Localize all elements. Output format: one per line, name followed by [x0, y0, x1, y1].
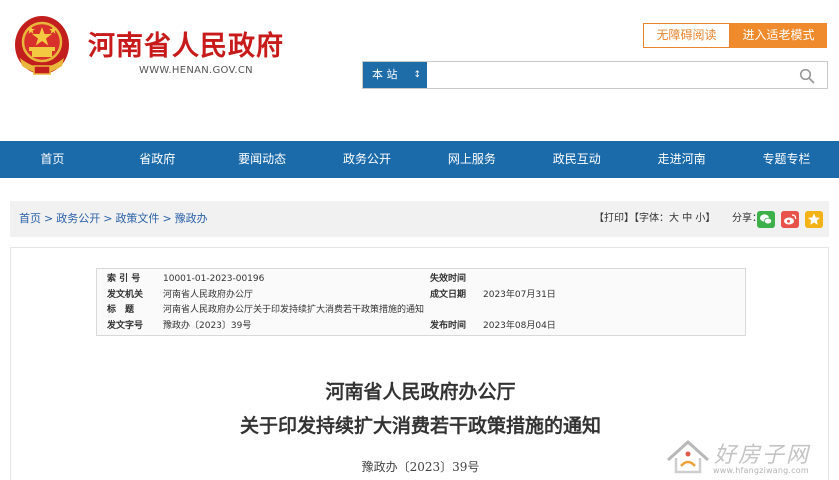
expire-label: 失效时间 [430, 274, 467, 284]
breadcrumb-bar: 首页 > 政务公开 > 政策文件 > 豫政办 【打印】【字体：大 中 小】 分享： [10, 201, 829, 237]
site-domain: WWW.HENAN.GOV.CN [139, 65, 253, 76]
breadcrumb: 首页 > 政务公开 > 政策文件 > 豫政办 [19, 201, 208, 237]
meta-row: 发文字号 豫政办〔2023〕39号 发布时间 2023年08月04日 [97, 318, 747, 334]
page-tools: 【打印】【字体：大 中 小】 [594, 201, 715, 237]
index-value: 10001-01-2023-00196 [163, 274, 265, 284]
font-size-suffix: 】 [705, 213, 716, 224]
breadcrumb-home[interactable]: 首页 [19, 212, 41, 225]
nav-item-home[interactable]: 首页 [0, 141, 105, 178]
site-title: 河南省人民政府 [88, 31, 284, 62]
nav-item-about-henan[interactable]: 走进河南 [629, 141, 734, 178]
document-number: 豫政办〔2023〕39号 [361, 460, 480, 474]
article-content: 索 引 号 10001-01-2023-00196 失效时间 发文机关 河南省人… [10, 247, 829, 480]
weibo-share-icon[interactable] [781, 211, 799, 228]
breadcrumb-yuzhengban[interactable]: 豫政办 [175, 212, 208, 225]
elder-mode-button[interactable]: 进入适老模式 [730, 23, 827, 48]
search-icon[interactable] [799, 68, 815, 84]
date-label: 成文日期 [430, 290, 467, 300]
meta-row: 发文机关 河南省人民政府办公厅 成文日期 2023年07月31日 [97, 287, 747, 303]
document-title-line1: 河南省人民政府办公厅 [325, 381, 516, 403]
nav-item-news[interactable]: 要闻动态 [210, 141, 315, 178]
document-meta-table: 索 引 号 10001-01-2023-00196 失效时间 发文机关 河南省人… [96, 268, 746, 336]
nav-item-gov-affairs[interactable]: 政务公开 [315, 141, 420, 178]
breadcrumb-separator: > [44, 212, 54, 225]
breadcrumb-separator: > [162, 212, 172, 225]
main-nav: 首页 省政府 要闻动态 政务公开 网上服务 政民互动 走进河南 专题专栏 [0, 141, 839, 178]
publish-label: 发布时间 [430, 321, 467, 331]
nav-item-province-gov[interactable]: 省政府 [105, 141, 210, 178]
title-label: 标 题 [107, 305, 135, 315]
page: 河南省人民政府 WWW.HENAN.GOV.CN 无障碍阅读 进入适老模式 本 … [0, 0, 839, 480]
date-value: 2023年07月31日 [483, 290, 556, 300]
search-bar: 本 站 ↕ [362, 61, 828, 89]
breadcrumb-gov-affairs[interactable]: 政务公开 [56, 212, 100, 225]
meta-row: 索 引 号 10001-01-2023-00196 失效时间 [97, 271, 747, 287]
docno-label: 发文字号 [107, 321, 144, 331]
accessible-reading-button[interactable]: 无障碍阅读 [643, 23, 730, 48]
publish-value: 2023年08月04日 [483, 321, 556, 331]
issuer-label: 发文机关 [107, 290, 144, 300]
nav-item-topics[interactable]: 专题专栏 [734, 141, 839, 178]
watermark-url: www.hfangziwang.com [713, 466, 809, 475]
search-scope-label: 本 站 [372, 68, 398, 81]
font-small-button[interactable]: 小 [695, 213, 705, 224]
watermark-text: 好房子网 [714, 443, 811, 468]
docno-value: 豫政办〔2023〕39号 [163, 321, 252, 331]
national-emblem-icon [15, 16, 69, 75]
print-button[interactable]: 【打印】 [594, 213, 634, 224]
updown-arrow-icon: ↕ [413, 70, 421, 80]
search-input[interactable] [429, 64, 789, 86]
breadcrumb-separator: > [103, 212, 113, 225]
issuer-value: 河南省人民政府办公厅 [163, 290, 254, 300]
font-medium-button[interactable]: 中 [682, 213, 692, 224]
site-header: 河南省人民政府 WWW.HENAN.GOV.CN 无障碍阅读 进入适老模式 本 … [0, 0, 839, 141]
meta-row: 标 题 河南省人民政府办公厅关于印发持续扩大消费若干政策措施的通知 [97, 302, 747, 318]
title-value: 河南省人民政府办公厅关于印发持续扩大消费若干政策措施的通知 [163, 305, 425, 315]
font-large-button[interactable]: 大 [669, 213, 679, 224]
index-label: 索 引 号 [107, 274, 141, 284]
qzone-star-share-icon[interactable] [805, 211, 823, 228]
search-scope-select[interactable]: 本 站 ↕ [363, 62, 427, 88]
nav-item-online-services[interactable]: 网上服务 [420, 141, 525, 178]
wechat-share-icon[interactable] [757, 211, 775, 228]
breadcrumb-policy-docs[interactable]: 政策文件 [115, 212, 159, 225]
font-size-prefix: 【字体： [634, 213, 669, 224]
document-title-line2: 关于印发持续扩大消费若干政策措施的通知 [239, 415, 601, 437]
nav-item-interaction[interactable]: 政民互动 [524, 141, 629, 178]
